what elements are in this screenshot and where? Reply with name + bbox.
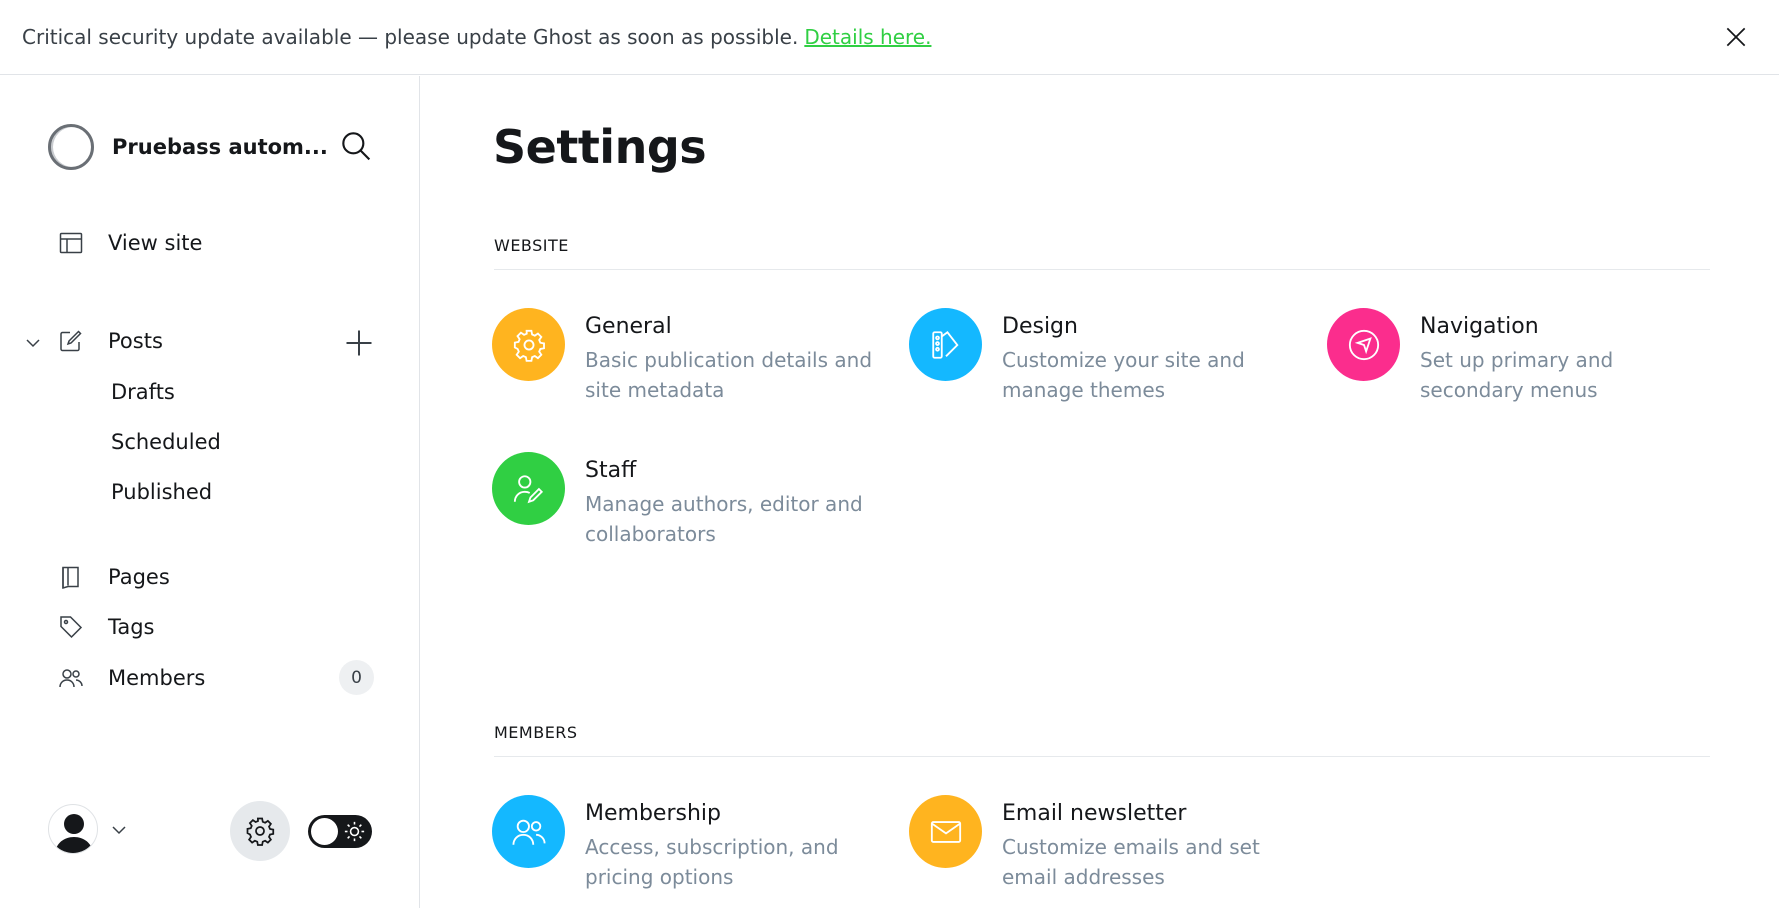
- settings-card-general[interactable]: General Basic publication details and si…: [492, 308, 892, 405]
- sidebar-item-members[interactable]: Members: [58, 665, 205, 691]
- sidebar-item-tags[interactable]: Tags: [58, 614, 155, 640]
- card-description: Customize your site and manage themes: [1002, 348, 1245, 402]
- card-description: Customize emails and set email addresses: [1002, 835, 1260, 889]
- search-icon[interactable]: [340, 130, 372, 162]
- site-brand[interactable]: Pruebass autom...: [48, 124, 328, 170]
- chevron-down-icon[interactable]: [24, 334, 42, 352]
- edit-icon: [58, 328, 84, 354]
- chevron-down-icon[interactable]: [110, 821, 128, 839]
- plus-icon[interactable]: [344, 328, 374, 358]
- sidebar: Pruebass autom... View site Posts Drafts…: [0, 76, 420, 908]
- card-description: Set up primary and secondary menus: [1420, 348, 1614, 402]
- tag-icon: [58, 614, 84, 640]
- card-title: Design: [1002, 314, 1078, 339]
- settings-card-email-newsletter[interactable]: Email newsletter Customize emails and se…: [909, 795, 1309, 892]
- sidebar-item-drafts[interactable]: Drafts: [111, 380, 175, 404]
- sidebar-item-label: View site: [108, 231, 203, 255]
- site-name: Pruebass autom...: [112, 135, 328, 159]
- page-icon: [58, 564, 84, 590]
- sidebar-item-label: Pages: [108, 565, 170, 589]
- sidebar-item-posts[interactable]: Posts: [58, 328, 163, 354]
- user-icon: [55, 814, 93, 853]
- settings-card-membership[interactable]: Membership Access, subscription, and pri…: [492, 795, 892, 892]
- user-edit-icon: [492, 452, 565, 525]
- main-content: Settings WEBSITE General Basic publicati…: [421, 76, 1779, 908]
- settings-button[interactable]: [230, 801, 290, 861]
- sidebar-item-scheduled[interactable]: Scheduled: [111, 430, 221, 454]
- members-icon: [492, 795, 565, 868]
- gear-icon: [246, 817, 275, 846]
- card-title: Staff: [585, 458, 637, 483]
- compass-icon: [1327, 308, 1400, 381]
- sidebar-item-label: Members: [108, 666, 206, 690]
- card-title: General: [585, 314, 672, 339]
- close-icon[interactable]: [1723, 24, 1749, 50]
- avatar[interactable]: [48, 804, 98, 854]
- settings-card-navigation[interactable]: Navigation Set up primary and secondary …: [1327, 308, 1727, 405]
- security-banner: Critical security update available — ple…: [0, 0, 1779, 75]
- card-title: Membership: [585, 801, 721, 826]
- card-title: Navigation: [1420, 314, 1539, 339]
- banner-message: Critical security update available — ple…: [22, 25, 799, 49]
- page-title: Settings: [493, 120, 707, 174]
- toggle-knob: [311, 818, 338, 845]
- members-icon: [58, 665, 84, 691]
- card-description: Basic publication details and site metad…: [585, 348, 873, 402]
- card-description: Access, subscription, and pricing option…: [585, 835, 839, 889]
- card-title: Email newsletter: [1002, 801, 1187, 826]
- gear-icon: [492, 308, 565, 381]
- theme-toggle[interactable]: [308, 815, 372, 848]
- section-heading-members: MEMBERS: [494, 723, 1710, 757]
- members-count-badge: 0: [339, 660, 374, 695]
- banner-details-link[interactable]: Details here.: [804, 25, 931, 49]
- envelope-icon: [909, 795, 982, 868]
- sun-icon: [344, 821, 365, 842]
- palette-icon: [909, 308, 982, 381]
- sidebar-item-label: Posts: [108, 329, 163, 353]
- site-logo-icon: [48, 124, 94, 170]
- sidebar-item-view-site[interactable]: View site: [58, 230, 202, 256]
- layout-icon: [58, 230, 84, 256]
- settings-card-staff[interactable]: Staff Manage authors, editor and collabo…: [492, 452, 892, 549]
- sidebar-item-label: Tags: [108, 615, 155, 639]
- section-heading-website: WEBSITE: [494, 236, 1710, 270]
- sidebar-item-published[interactable]: Published: [111, 480, 212, 504]
- sidebar-item-pages[interactable]: Pages: [58, 564, 170, 590]
- card-description: Manage authors, editor and collaborators: [585, 492, 863, 546]
- settings-card-design[interactable]: Design Customize your site and manage th…: [909, 308, 1309, 405]
